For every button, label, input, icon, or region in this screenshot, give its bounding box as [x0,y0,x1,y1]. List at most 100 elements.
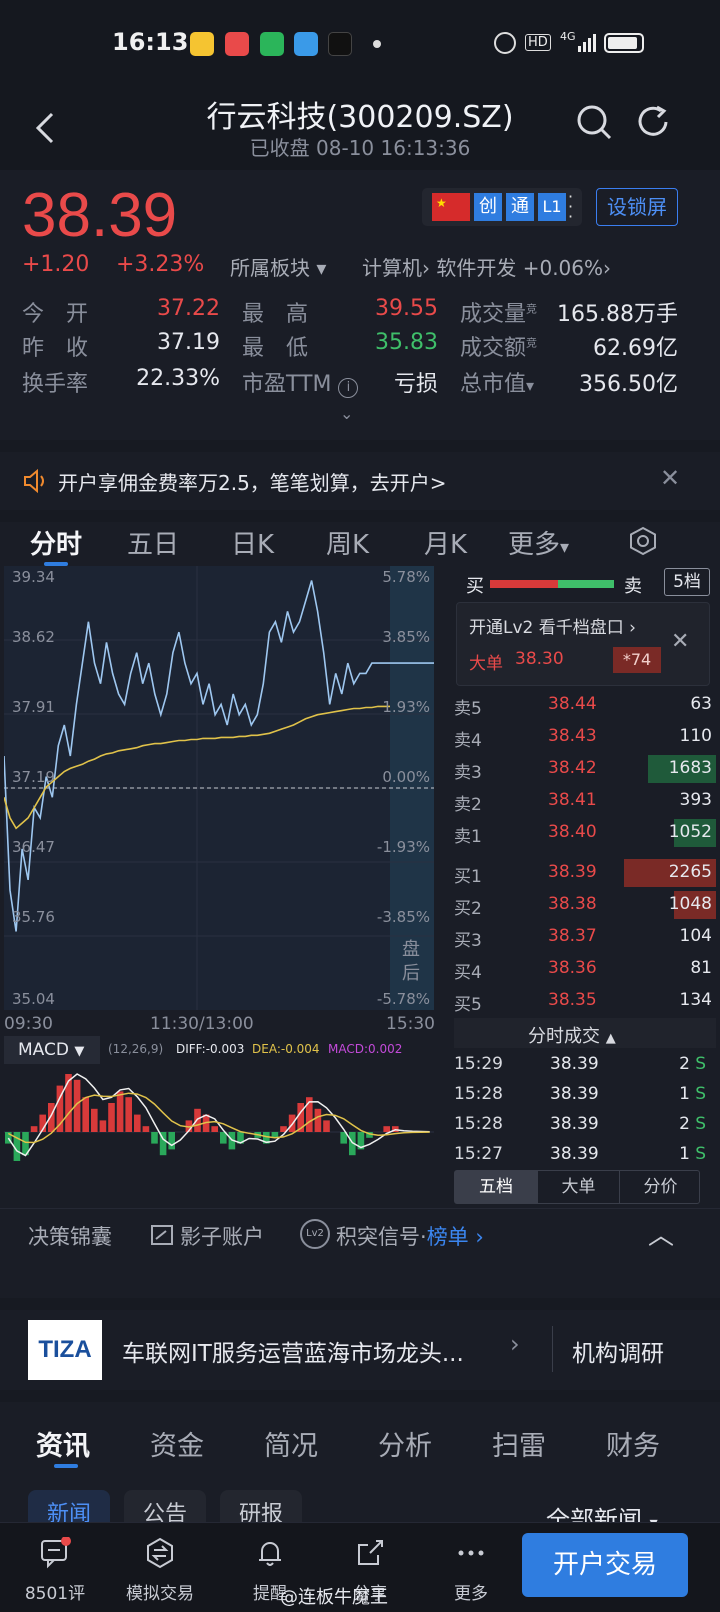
bell-icon [254,1537,286,1569]
notification-dot-icon [373,40,381,48]
refresh-icon[interactable] [634,102,674,142]
macd-bar [116,1091,124,1132]
tab-active-indicator [54,1464,78,1468]
alarm-icon [494,32,516,54]
status-bar: 16:13 HD 4G [0,0,720,92]
expand-chevron-icon[interactable]: ⌄ [340,404,353,423]
tick-side: S [695,1054,706,1074]
promo-text: 开户享佣金费率万2.5，笔笔划算，去开户> [58,471,447,495]
level-qty: 63 [690,694,712,714]
chevron-right-icon: › [603,256,612,280]
shadow-account-link[interactable]: 影子账户 [180,1221,264,1251]
back-icon[interactable] [26,108,66,148]
tab-five-day[interactable]: 五日 [127,524,179,561]
tab-weekly-k[interactable]: 周K [326,524,369,561]
ask-level[interactable]: 卖3 38.42 1683 [454,754,716,784]
low-label: 最 低 [242,336,309,361]
tab-profile[interactable]: 简况 [264,1424,318,1463]
intraday-chart[interactable]: 39.34 38.62 37.91 37.19 36.47 35.76 35.0… [3,566,434,1010]
ad-row[interactable]: TIZA 车联网IT服务运营蓝海市场龙头... › 机构调研 [0,1310,720,1390]
tab-monthly-k[interactable]: 月K [424,524,467,561]
tab-news-info[interactable]: 资讯 [36,1424,90,1463]
settings-hexagon-icon[interactable] [628,526,658,556]
info-icon: i [338,378,359,398]
macd-bar [82,1097,89,1132]
level-price: 38.43 [548,726,597,746]
close-icon[interactable]: ✕ [660,464,680,492]
tab-daily-k[interactable]: 日K [231,524,274,561]
macd-bar [194,1108,201,1132]
macd-bar [142,1126,150,1132]
lock-screen-button[interactable]: 设锁屏 [596,188,678,226]
bid-level[interactable]: 买2 38.38 1048 [454,890,716,920]
ask-level[interactable]: 卖1 38.40 1052 [454,818,716,848]
decision-kit-link[interactable]: 决策锦囊 [28,1221,112,1251]
open-account-trade-button[interactable]: 开户交易 [522,1533,688,1597]
tab-capital[interactable]: 资金 [150,1424,204,1463]
institution-research-link[interactable]: 机构调研 [572,1334,664,1368]
shield-app-icon [260,32,284,56]
sector-dropdown[interactable]: 所属板块 ▾ [230,252,326,281]
signal-ranking-link[interactable]: 积突信号·榜单 › [336,1221,484,1251]
level-depth-button[interactable]: 5档 [664,568,710,596]
tick-time: 15:28 [454,1084,503,1104]
ask-level[interactable]: 卖2 38.41 393 [454,786,716,816]
connect-badge: 通 [506,193,534,221]
orderbook-mode-tabs: 五档 大单 分价 [454,1170,700,1204]
more-button[interactable]: 更多 [416,1523,526,1612]
level-price: 38.41 [548,790,597,810]
bid-level[interactable]: 买5 38.35 134 [454,986,716,1016]
lv2-upsell-card[interactable]: 开通Lv2 看千档盘口 › 大单 38.30 *74 ✕ [456,602,710,686]
promo-banner[interactable]: 开户享佣金费率万2.5，笔笔划算，去开户> ✕ [0,452,720,510]
battery-fill [608,37,637,49]
tab-analysis[interactable]: 分析 [378,1424,432,1463]
weibo-app-icon [190,32,214,56]
macd-bar [211,1126,218,1132]
ask-level[interactable]: 卖4 38.43 110 [454,722,716,752]
search-icon[interactable] [574,102,614,142]
tick-row: 15:27 38.39 1 S [454,1140,716,1170]
tab-five-levels[interactable]: 五档 [455,1171,537,1203]
simulated-trade-button[interactable]: 模拟交易 [105,1523,215,1612]
sector-link[interactable]: 计算机› 软件开发 +0.06%› [362,252,611,281]
news-section: 资讯 资金 简况 分析 扫雷 财务 新闻 公告 研报 全部新闻 ▾ [0,1402,720,1540]
tick-side: S [695,1084,706,1104]
tab-big-orders[interactable]: 大单 [537,1171,619,1203]
battery-icon [604,33,644,53]
page-title: 行云科技(300209.SZ) [206,100,514,135]
y-tick-left: 38.62 [12,628,55,646]
macd-bar [383,1126,390,1132]
macd-bar [48,1103,55,1132]
ticks-header[interactable]: 分时成交 ▲ [454,1018,716,1048]
tab-risk-scan[interactable]: 扫雷 [492,1424,546,1463]
prev-close-value: 37.19 [157,330,220,355]
market-cap-label[interactable]: 总市值▾ [460,366,534,398]
level1-badge: L1 [538,193,566,221]
y-tick-left: 35.04 [12,990,55,1008]
tab-intraday[interactable]: 分时 [30,524,82,561]
bid-level[interactable]: 买4 38.36 81 [454,954,716,984]
tab-more[interactable]: 更多▾ [508,524,569,561]
macd-indicator-dropdown[interactable]: MACD ▼ [4,1036,100,1064]
close-icon[interactable]: ✕ [671,629,689,654]
y-tick-left: 39.34 [12,568,55,586]
ask-level[interactable]: 卖5 38.44 63 [454,690,716,720]
collapse-chevron-icon[interactable]: ︿ [648,1215,674,1252]
big-order-qty: *74 [613,647,661,673]
shadow-account-icon [150,1223,174,1247]
tab-price-distribution[interactable]: 分价 [619,1171,701,1203]
bid-level[interactable]: 买1 38.39 2265 [454,858,716,888]
comments-button[interactable]: 8501评 [0,1523,110,1612]
tab-financials[interactable]: 财务 [606,1424,660,1463]
speaker-icon [22,468,48,494]
after-hours-label: 盘后 [402,939,420,984]
pe-label[interactable]: 市盈TTM i [242,366,359,398]
badge-group[interactable]: ★ 创 通 L1 · · · [422,188,582,226]
prev-close-label: 昨 收 [22,336,89,361]
macd-chart[interactable] [4,1066,434,1198]
open-label: 今 开 [22,302,89,327]
bid-level[interactable]: 买3 38.37 104 [454,922,716,952]
macd-bar [168,1132,175,1150]
telegram-app-icon [294,32,318,56]
tick-price: 38.39 [550,1084,599,1104]
